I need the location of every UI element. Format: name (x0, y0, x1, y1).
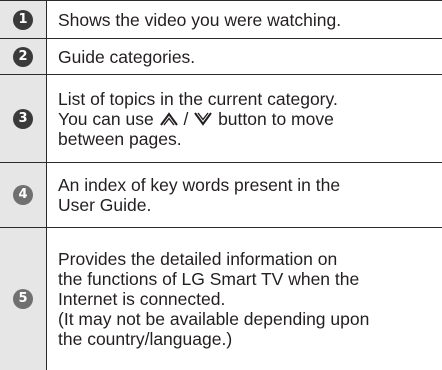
description-line: the country/language.) (58, 329, 434, 349)
description-line-with-buttons: You can use / button to move (58, 109, 434, 129)
row-number-badge: 4 (13, 185, 33, 205)
table-row: 4 An index of key words present in the U… (0, 163, 442, 228)
description-line: Guide categories. (58, 47, 434, 67)
table-row: 3 List of topics in the current category… (0, 75, 442, 163)
row-description: List of topics in the current category. … (47, 75, 442, 163)
row-number-cell: 1 (0, 1, 47, 39)
separator-slash: / (183, 109, 188, 129)
row-number-cell: 3 (0, 75, 47, 163)
description-text: button to move (218, 109, 334, 129)
row-description: Provides the detailed information on the… (47, 228, 442, 370)
row-number-badge: 5 (13, 289, 33, 309)
row-number-cell: 2 (0, 39, 47, 75)
table-row: 2 Guide categories. (0, 39, 442, 75)
row-number-badge: 3 (13, 109, 33, 129)
chevron-up-icon (159, 111, 179, 127)
description-line: An index of key words present in the (58, 175, 434, 195)
description-line: Shows the video you were watching. (58, 10, 434, 30)
description-line: the functions of LG Smart TV when the (58, 269, 434, 289)
row-number-cell: 4 (0, 163, 47, 228)
description-line: List of topics in the current category. (58, 89, 434, 109)
row-number-cell: 5 (0, 228, 47, 370)
table-row: 1 Shows the video you were watching. (0, 1, 442, 39)
description-line: (It may not be available depending upon (58, 309, 434, 329)
description-line: between pages. (58, 129, 434, 149)
description-line: Internet is connected. (58, 289, 434, 309)
row-description: Guide categories. (47, 39, 442, 75)
chevron-down-icon (193, 111, 213, 127)
row-number-badge: 2 (13, 47, 33, 67)
table-row: 5 Provides the detailed information on t… (0, 228, 442, 370)
row-number-badge: 1 (13, 10, 33, 30)
description-text: You can use (58, 109, 154, 129)
description-line: User Guide. (58, 195, 434, 215)
row-description: Shows the video you were watching. (47, 1, 442, 39)
row-description: An index of key words present in the Use… (47, 163, 442, 228)
description-line: Provides the detailed information on (58, 249, 434, 269)
user-guide-table: 1 Shows the video you were watching. 2 G… (0, 0, 442, 370)
